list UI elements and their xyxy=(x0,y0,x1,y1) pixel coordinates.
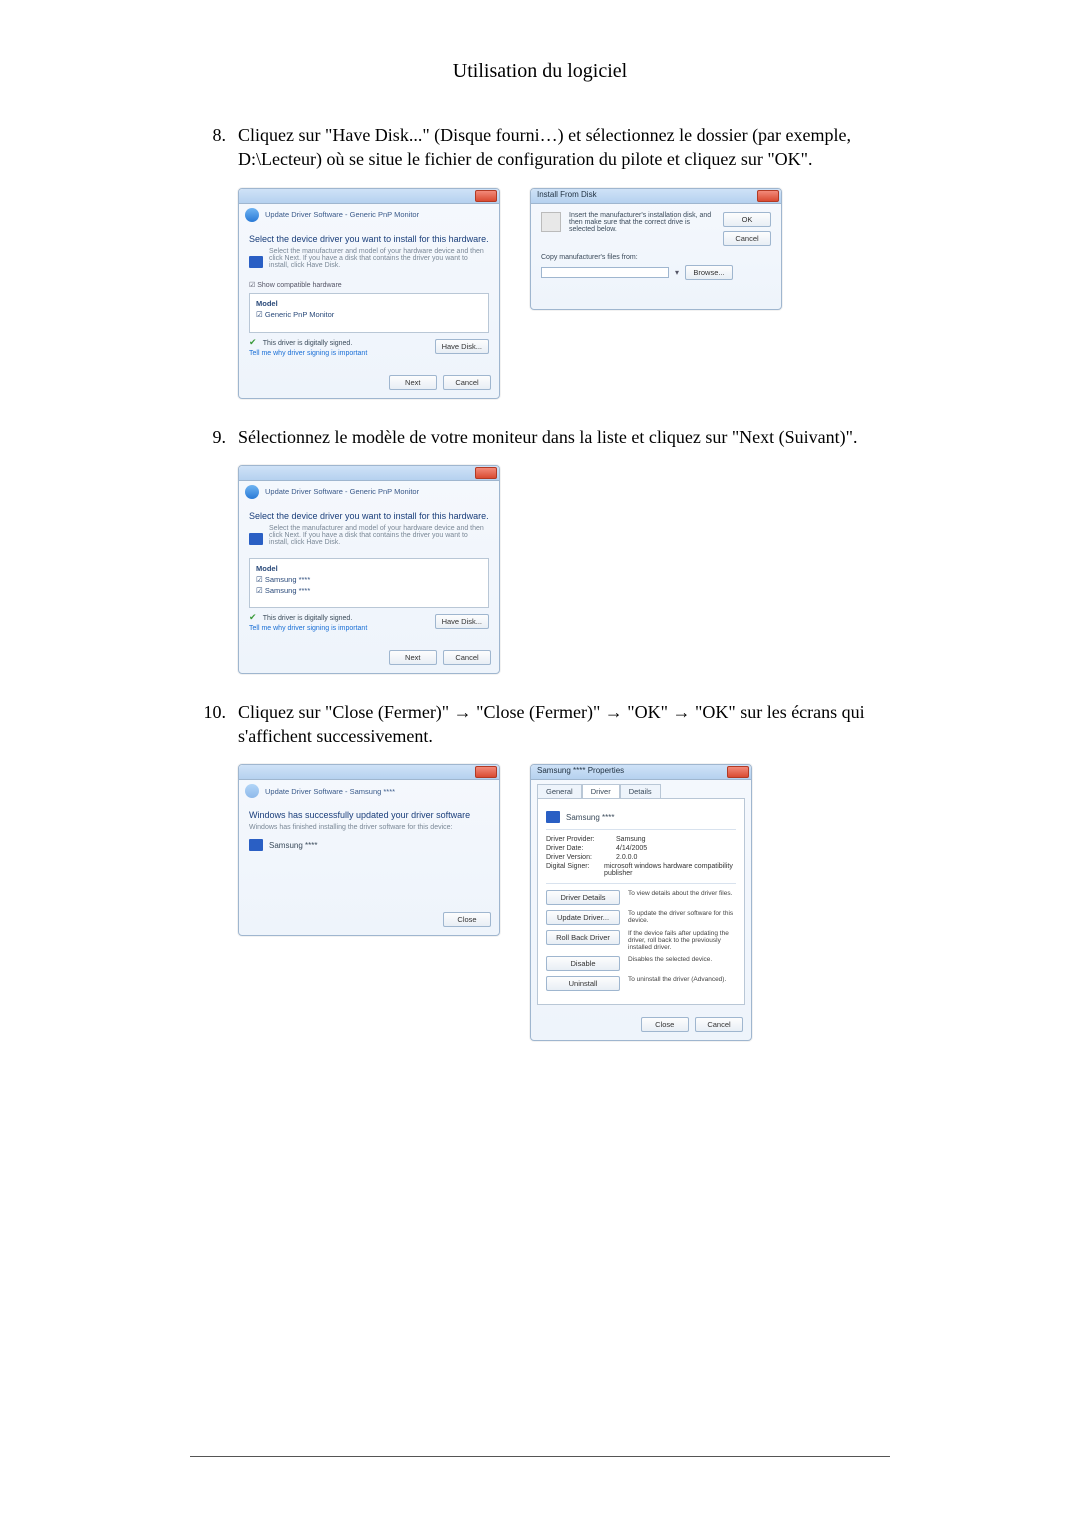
step-8-text: Cliquez sur "Have Disk..." (Disque fourn… xyxy=(238,123,890,172)
signing-link[interactable]: Tell me why driver signing is important xyxy=(249,625,367,632)
show-compatible-checkbox-label[interactable]: ☑ Show compatible hardware xyxy=(249,281,489,289)
tab-general[interactable]: General xyxy=(537,784,582,798)
step-10-text: Cliquez sur "Close (Fermer)" → "Close (F… xyxy=(238,700,890,749)
shield-icon: ✔ xyxy=(249,612,257,622)
dialog-subtext: Windows has finished installing the driv… xyxy=(249,824,489,831)
kv-key: Driver Provider: xyxy=(546,836,616,843)
disk-icon xyxy=(541,212,561,232)
signing-link[interactable]: Tell me why driver signing is important xyxy=(249,350,367,357)
step-10: 10. Cliquez sur "Close (Fermer)" → "Clos… xyxy=(190,700,890,749)
window-properties: Samsung **** Properties General Driver D… xyxy=(530,764,752,1041)
back-icon[interactable] xyxy=(245,208,259,222)
close-icon[interactable] xyxy=(475,467,497,479)
back-icon[interactable] xyxy=(245,485,259,499)
close-button[interactable]: Close xyxy=(443,912,491,927)
titlebar xyxy=(239,189,499,204)
button-desc: Disables the selected device. xyxy=(628,956,736,963)
tab-driver[interactable]: Driver xyxy=(582,784,620,798)
window-title: Install From Disk xyxy=(537,190,597,199)
cancel-button[interactable]: Cancel xyxy=(443,650,491,665)
chevron-down-icon[interactable]: ▾ xyxy=(675,268,679,277)
titlebar: Install From Disk xyxy=(531,189,781,204)
step-9: 9. Sélectionnez le modèle de votre monit… xyxy=(190,425,890,449)
step-9-text: Sélectionnez le modèle de votre moniteur… xyxy=(238,425,890,449)
window-title: Samsung **** Properties xyxy=(537,766,624,775)
step-10-number: 10. xyxy=(190,700,238,749)
monitor-icon xyxy=(249,839,263,851)
cancel-button[interactable]: Cancel xyxy=(443,375,491,390)
rollback-driver-button[interactable]: Roll Back Driver xyxy=(546,930,620,945)
kv-key: Driver Version: xyxy=(546,854,616,861)
window-update-success: Update Driver Software - Samsung **** Wi… xyxy=(238,764,500,936)
driver-details-button[interactable]: Driver Details xyxy=(546,890,620,905)
titlebar xyxy=(239,765,499,780)
close-icon[interactable] xyxy=(757,190,779,202)
breadcrumb: Update Driver Software - Generic PnP Mon… xyxy=(265,210,419,219)
disable-button[interactable]: Disable xyxy=(546,956,620,971)
close-button[interactable]: Close xyxy=(641,1017,689,1032)
list-item[interactable]: ☑ Generic PnP Monitor xyxy=(256,309,482,320)
breadcrumb: Update Driver Software - Generic PnP Mon… xyxy=(265,487,419,496)
close-icon[interactable] xyxy=(475,766,497,778)
back-icon xyxy=(245,784,259,798)
close-icon[interactable] xyxy=(475,190,497,202)
close-icon[interactable] xyxy=(727,766,749,778)
signed-label: This driver is digitally signed. xyxy=(263,340,352,347)
cancel-button[interactable]: Cancel xyxy=(695,1017,743,1032)
model-listbox[interactable]: Model ☑ Generic PnP Monitor xyxy=(249,293,489,333)
device-name: Samsung **** xyxy=(269,841,317,850)
browse-button[interactable]: Browse... xyxy=(685,265,733,280)
list-item[interactable]: ☑ Samsung **** xyxy=(256,574,482,585)
footer-divider xyxy=(190,1456,890,1457)
button-desc: To view details about the driver files. xyxy=(628,890,736,897)
step-8-number: 8. xyxy=(190,123,238,172)
kv-key: Driver Date: xyxy=(546,845,616,852)
dialog-heading: Windows has successfully updated your dr… xyxy=(249,810,489,820)
kv-value: 2.0.0.0 xyxy=(616,854,637,861)
titlebar: Samsung **** Properties xyxy=(531,765,751,780)
have-disk-button[interactable]: Have Disk... xyxy=(435,339,489,354)
copy-from-label: Copy manufacturer's files from: xyxy=(541,254,771,261)
step-9-number: 9. xyxy=(190,425,238,449)
tabbar: General Driver Details xyxy=(531,780,751,798)
kv-value: microsoft windows hardware compatibility… xyxy=(604,863,736,877)
model-listbox[interactable]: Model ☑ Samsung **** ☑ Samsung **** xyxy=(249,558,489,608)
button-desc: To uninstall the driver (Advanced). xyxy=(628,976,736,983)
tab-details[interactable]: Details xyxy=(620,784,661,798)
button-desc: If the device fails after updating the d… xyxy=(628,930,736,951)
window-update-driver: Update Driver Software - Generic PnP Mon… xyxy=(238,188,500,399)
kv-value: Samsung xyxy=(616,836,646,843)
next-button[interactable]: Next xyxy=(389,375,437,390)
window-select-model: Update Driver Software - Generic PnP Mon… xyxy=(238,465,500,674)
column-model: Model xyxy=(256,563,482,574)
device-name: Samsung **** xyxy=(566,813,614,822)
shield-icon: ✔ xyxy=(249,337,257,347)
have-disk-button[interactable]: Have Disk... xyxy=(435,614,489,629)
kv-key: Digital Signer: xyxy=(546,863,604,877)
list-item[interactable]: ☑ Samsung **** xyxy=(256,585,482,596)
monitor-icon xyxy=(546,811,560,823)
titlebar xyxy=(239,466,499,481)
cancel-button[interactable]: Cancel xyxy=(723,231,771,246)
kv-value: 4/14/2005 xyxy=(616,845,647,852)
dialog-subtext: Select the manufacturer and model of you… xyxy=(269,248,489,269)
next-button[interactable]: Next xyxy=(389,650,437,665)
monitor-icon xyxy=(249,533,263,545)
dialog-message: Insert the manufacturer's installation d… xyxy=(569,212,715,246)
window-install-from-disk: Install From Disk Insert the manufacture… xyxy=(530,188,782,310)
path-input[interactable] xyxy=(541,267,669,278)
update-driver-button[interactable]: Update Driver... xyxy=(546,910,620,925)
signed-label: This driver is digitally signed. xyxy=(263,615,352,622)
button-desc: To update the driver software for this d… xyxy=(628,910,736,924)
dialog-subtext: Select the manufacturer and model of you… xyxy=(269,525,489,546)
page-title: Utilisation du logiciel xyxy=(190,60,890,83)
uninstall-button[interactable]: Uninstall xyxy=(546,976,620,991)
breadcrumb: Update Driver Software - Samsung **** xyxy=(265,787,395,796)
column-model: Model xyxy=(256,298,482,309)
step-8: 8. Cliquez sur "Have Disk..." (Disque fo… xyxy=(190,123,890,172)
ok-button[interactable]: OK xyxy=(723,212,771,227)
monitor-icon xyxy=(249,256,263,268)
dialog-heading: Select the device driver you want to ins… xyxy=(249,234,489,244)
dialog-heading: Select the device driver you want to ins… xyxy=(249,511,489,521)
